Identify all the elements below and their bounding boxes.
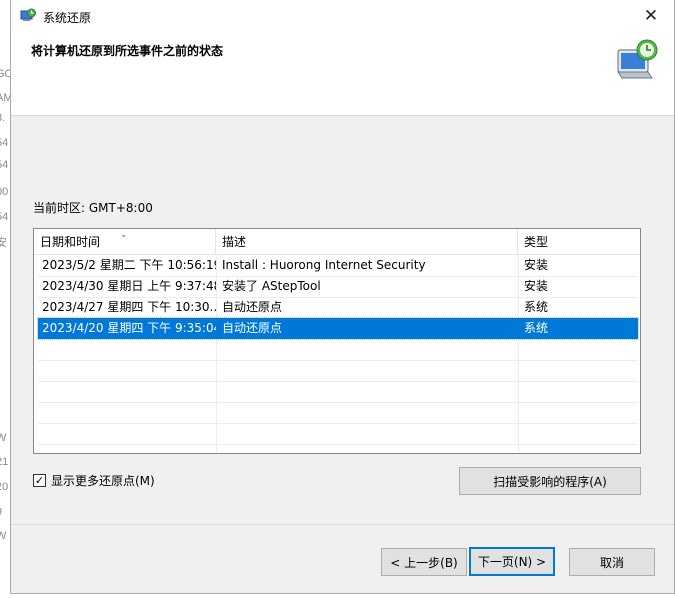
system-restore-dialog: 系统还原 ✕ 将计算机还原到所选事件之前的状态 当前时区: GMT+8:00 ⌄… — [10, 0, 675, 594]
wizard-header: 将计算机还原到所选事件之前的状态 — [11, 32, 674, 116]
cell-description: 安装了 AStepTool — [222, 279, 321, 293]
cell-date: 2023/4/27 星期四 下午 10:30... — [42, 300, 216, 314]
cell-description: 自动还原点 — [222, 300, 283, 314]
show-more-restore-points[interactable]: ✓ 显示更多还原点(M) — [33, 472, 155, 489]
row-divider — [38, 423, 638, 424]
list-header: ⌄ 日期和时间 描述 类型 — [34, 229, 640, 255]
background-text: 9 — [0, 506, 2, 518]
page-heading: 将计算机还原到所选事件之前的状态 — [31, 44, 224, 58]
cell-type: 系统 — [524, 300, 549, 314]
restore-points-list[interactable]: ⌄ 日期和时间 描述 类型 2023/5/2 星期二 下午 10:56:19 I… — [33, 228, 641, 454]
table-row[interactable]: 2023/4/27 星期四 下午 10:30... 自动还原点 系统 — [38, 297, 638, 318]
close-icon: ✕ — [643, 6, 659, 26]
cell-date: 2023/4/20 星期四 下午 9:35:04 — [42, 321, 216, 335]
next-button[interactable]: 下一页(N) > — [469, 547, 555, 576]
cancel-button[interactable]: 取消 — [569, 548, 655, 576]
system-restore-large-icon — [617, 39, 658, 79]
table-row[interactable]: 2023/4/30 星期日 上午 9:37:48 安装了 AStepTool 安… — [38, 276, 638, 297]
cell-type: 安装 — [524, 279, 549, 293]
background-text: 54 — [0, 137, 9, 149]
table-row[interactable]: 2023/5/2 星期二 下午 10:56:19 Install : Huoro… — [38, 255, 638, 276]
title-bar: 系统还原 ✕ — [11, 0, 674, 32]
back-button[interactable]: < 上一步(B) — [381, 548, 467, 576]
show-more-checkbox[interactable]: ✓ — [33, 474, 46, 487]
close-button[interactable]: ✕ — [628, 0, 674, 32]
window-title: 系统还原 — [43, 11, 92, 25]
background-text: 21 — [0, 456, 9, 468]
column-header-type[interactable]: 类型 — [518, 229, 642, 255]
show-more-label: 显示更多还原点(M) — [51, 474, 155, 488]
background-text: 54 — [0, 211, 9, 223]
row-divider — [38, 402, 638, 403]
background-text: 安 — [0, 237, 7, 249]
cell-description: Install : Huorong Internet Security — [222, 258, 426, 272]
system-restore-icon — [20, 8, 36, 21]
background-text: 20 — [0, 481, 9, 493]
row-divider — [38, 381, 638, 382]
footer-divider — [11, 524, 674, 525]
cell-date: 2023/4/30 星期日 上午 9:37:48 — [42, 279, 216, 293]
table-row-selected[interactable]: 2023/4/20 星期四 下午 9:35:04 自动还原点 系统 — [37, 317, 639, 340]
checkmark-icon: ✓ — [34, 474, 45, 487]
cell-description: 自动还原点 — [222, 321, 283, 335]
sort-indicator-icon: ⌄ — [120, 230, 128, 240]
column-header-description[interactable]: 描述 — [216, 229, 518, 255]
background-text: W — [0, 530, 7, 542]
background-text: 00 — [0, 186, 9, 198]
row-divider — [38, 444, 638, 445]
cell-type: 安装 — [524, 258, 549, 272]
row-divider — [38, 360, 638, 361]
cell-date: 2023/5/2 星期二 下午 10:56:19 — [42, 258, 216, 272]
background-text: 3. — [0, 112, 6, 124]
column-header-date[interactable]: ⌄ 日期和时间 — [34, 229, 216, 255]
current-timezone: 当前时区: GMT+8:00 — [33, 201, 153, 215]
cell-type: 系统 — [524, 321, 549, 335]
background-text: W — [0, 432, 7, 444]
scan-affected-programs-button[interactable]: 扫描受影响的程序(A) — [459, 467, 641, 495]
